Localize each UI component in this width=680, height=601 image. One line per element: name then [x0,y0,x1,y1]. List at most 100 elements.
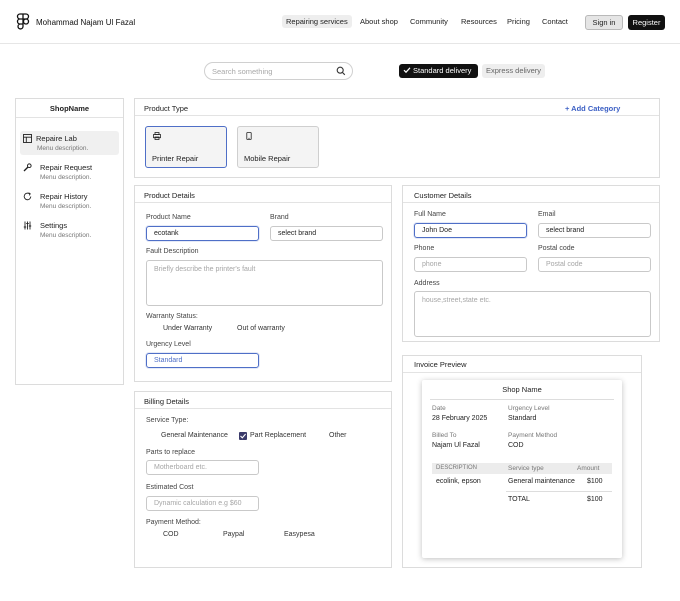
service-type-label: Service Type: [146,417,189,424]
add-category-link[interactable]: + Add Category [565,104,620,113]
email-label: Email [538,211,556,218]
payment-option-paypal[interactable]: Paypal [223,531,244,538]
figma-logo-icon [16,13,30,30]
brand-select[interactable]: select brand [270,226,383,241]
printer-icon [153,132,161,140]
nav-community[interactable]: Community [410,17,448,26]
urgency-label: Urgency Level [146,341,191,348]
invoice-total-divider [506,491,612,492]
tile-mobile-repair[interactable]: Mobile Repair [237,126,319,168]
fault-textarea[interactable]: Briefly describe the printer's fault [146,260,383,306]
urgency-select[interactable]: Standard [146,353,259,368]
billing-details-card: Billing Details Service Type: General Ma… [134,391,392,568]
payment-option-easypesa[interactable]: Easypesa [284,531,315,538]
service-option-other[interactable]: Other [329,432,347,439]
warranty-option-under[interactable]: Under Warranty [163,325,212,332]
email-input[interactable]: select brand [538,223,651,238]
search-input[interactable]: Search something [204,62,353,80]
payment-method-label: Payment Method: [146,519,201,526]
fault-label: Fault Description [146,248,199,255]
invoice-payment-value: COD [508,442,524,449]
phone-label: Phone [414,245,435,252]
sidebar-item-repair-lab[interactable]: Repaire Lab Menu description. [20,131,119,155]
full-name-label: Full Name [414,211,446,218]
register-button[interactable]: Register [628,15,665,30]
invoice-row-description: ecolink, epson [436,478,481,485]
invoice-urgency-label: Urgency Level [508,405,550,412]
product-name-label: Product Name [146,214,191,221]
sidebar-item-label: Settings [40,221,68,230]
card-divider [403,202,659,203]
invoice-date-value: 28 February 2025 [432,415,488,422]
parts-label: Parts to replace [146,449,196,456]
tile-label: Printer Repair [152,154,199,163]
invoice-document: Shop Name Date 28 February 2025 Urgency … [422,380,622,558]
part-replacement-checkbox[interactable] [239,432,247,440]
invoice-col-description: DESCRIPTION [436,465,478,471]
sidebar-item-desc: Menu description. [40,203,92,210]
search-placeholder: Search something [212,67,273,76]
wrench-icon [23,163,32,172]
product-details-title: Product Details [144,191,195,200]
search-icon [336,66,346,76]
standard-delivery-toggle[interactable]: Standard delivery [399,64,478,78]
refresh-icon [23,192,32,201]
parts-input[interactable]: Motherboard etc. [146,460,259,475]
invoice-col-service: Service type [508,465,544,472]
sidebar-item-desc: Menu description. [40,232,92,239]
invoice-billed-value: Najam Ul Fazal [432,442,480,449]
customer-details-title: Customer Details [414,191,472,200]
address-label: Address [414,280,440,287]
nav-repairing-services[interactable]: Repairing services [282,15,352,28]
sidebar-item-settings[interactable]: Settings Menu description. [20,218,119,242]
payment-option-cod[interactable]: COD [163,531,179,538]
tile-printer-repair[interactable]: Printer Repair [145,126,227,168]
service-option-part-replacement[interactable]: Part Replacement [250,432,306,439]
sidebar-item-desc: Menu description. [37,145,89,152]
sidebar-item-repair-request[interactable]: Repair Request Menu description. [20,160,119,184]
warranty-option-out[interactable]: Out of warranty [237,325,285,332]
product-details-card: Product Details Product Name ecotank Bra… [134,185,392,382]
invoice-divider [430,399,614,400]
nav-about-shop[interactable]: About shop [360,17,398,26]
check-icon [240,433,247,439]
invoice-payment-label: Payment Method [508,432,558,439]
customer-details-card: Customer Details Full Name John Doe Emai… [402,185,660,342]
warranty-label: Warranty Status: [146,313,198,320]
sidebar-divider [16,117,123,118]
invoice-total-label: TOTAL [508,496,530,503]
sidebar-item-label: Repaire Lab [36,134,77,143]
card-divider [135,408,391,409]
invoice-total-value: $100 [587,496,603,503]
product-name-input[interactable]: ecotank [146,226,259,241]
estimated-cost-input[interactable]: Dynamic calculation e.g $60 [146,496,259,511]
product-type-card: Product Type + Add Category Printer Repa… [134,98,660,178]
check-icon [403,67,411,74]
sidebar: ShopName Repaire Lab Menu description. R… [15,98,124,385]
express-delivery-toggle[interactable]: Express delivery [482,64,545,78]
phone-icon [246,132,252,140]
tile-label: Mobile Repair [244,154,291,163]
service-option-general[interactable]: General Maintenance [161,432,228,439]
invoice-row-service: General maintenance [508,478,575,485]
billing-details-title: Billing Details [144,397,190,406]
nav-contact[interactable]: Contact [542,17,568,26]
card-divider [403,372,641,373]
nav-resources[interactable]: Resources [461,17,497,26]
address-textarea[interactable]: house,street,state etc. [414,291,651,337]
sliders-icon [23,221,32,230]
invoice-row-amount: $100 [587,478,603,485]
sidebar-item-desc: Menu description. [40,174,92,181]
sidebar-item-repair-history[interactable]: Repair History Menu description. [20,189,119,213]
card-divider [135,202,391,203]
postal-code-input[interactable]: Postal code [538,257,651,272]
full-name-input[interactable]: John Doe [414,223,527,238]
signin-button[interactable]: Sign in [585,15,623,30]
brand-label: Brand [270,214,289,221]
phone-input[interactable]: phone [414,257,527,272]
invoice-date-label: Date [432,405,446,412]
brand-name: Mohammad Najam Ul Fazal [36,18,136,27]
table-icon [23,134,32,143]
nav-pricing[interactable]: Pricing [507,17,530,26]
invoice-shop-name: Shop Name [502,385,542,394]
